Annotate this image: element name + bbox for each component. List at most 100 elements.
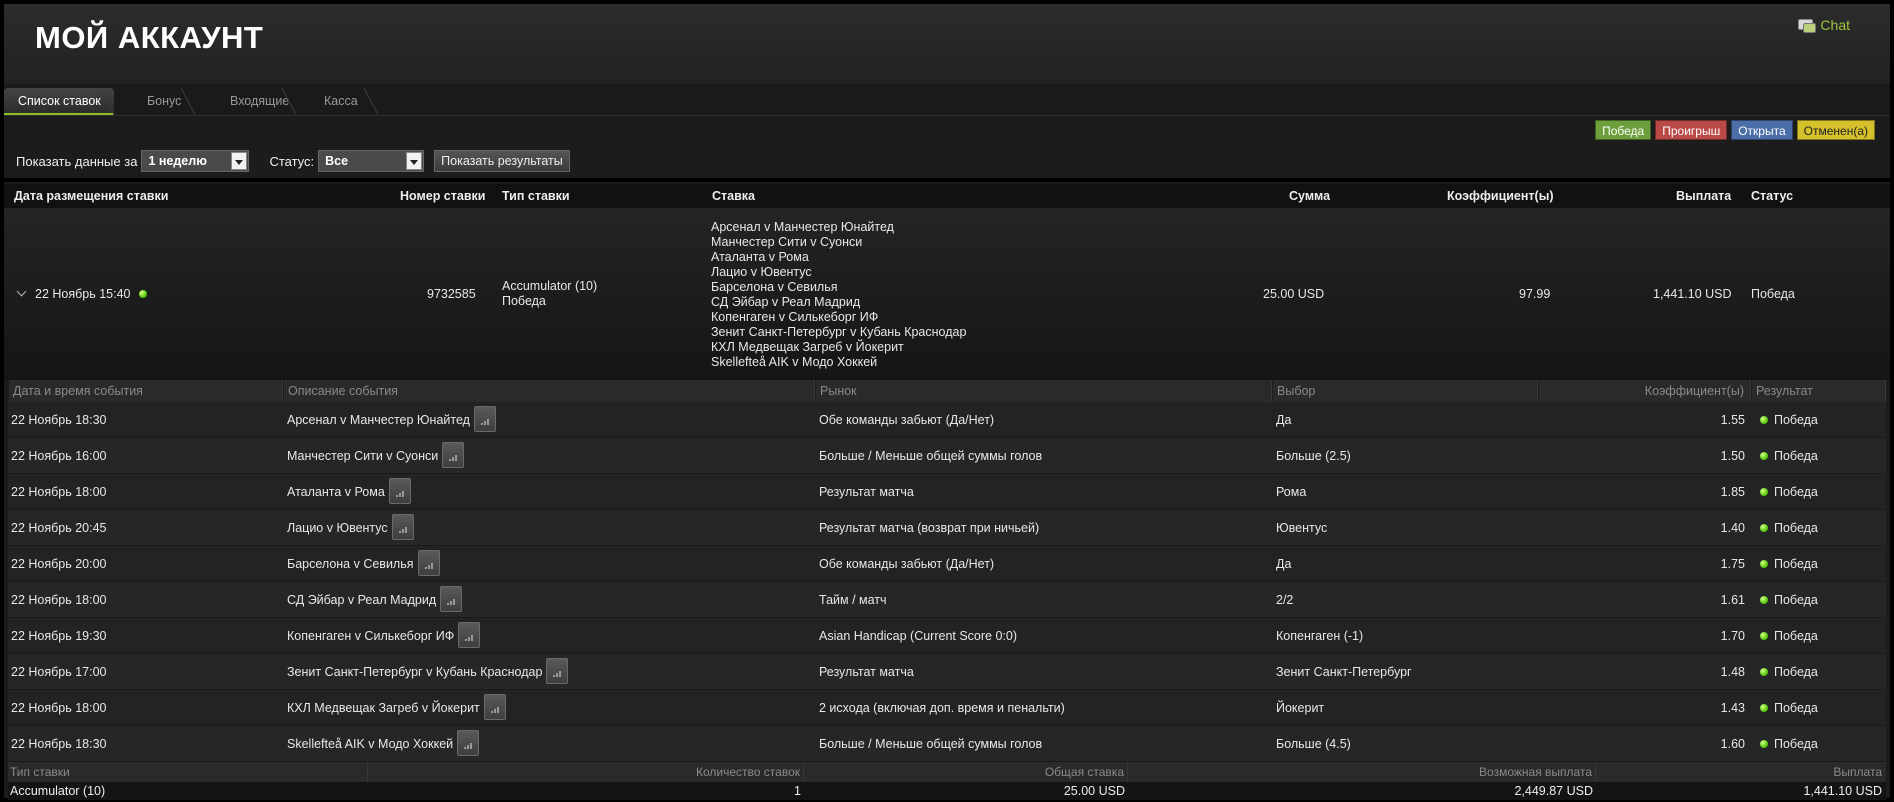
table-row: 22 Ноябрь 19:30 Копенгаген v Силькеборг И… — [8, 618, 1886, 654]
bet-event: СД Эйбар v Реал Мадрид — [711, 295, 861, 309]
leg-event-cell: Зенит Санкт-Петербург v Кубань Краснодар — [287, 654, 569, 690]
stats-icon[interactable] — [546, 657, 569, 684]
stats-icon[interactable] — [417, 549, 440, 576]
leg-result-cell: Победа — [1760, 582, 1818, 618]
leg-result-cell: Победа — [1760, 474, 1818, 510]
stats-icon[interactable] — [473, 405, 496, 432]
bet-type: Accumulator (10) — [502, 279, 598, 293]
leg-date: 22 Ноябрь 17:00 — [11, 665, 107, 679]
sum-total: 25.00 USD — [1063, 784, 1125, 798]
account-tabs: Список ставок Бонус Входящие Касса — [4, 85, 1890, 116]
leg-result-cell: Победа — [1760, 546, 1818, 582]
divider — [4, 178, 1890, 182]
leg-result-cell: Победа — [1760, 510, 1818, 546]
chat-link[interactable]: Chat — [1798, 17, 1850, 33]
col-type: Тип ставки — [502, 189, 570, 203]
leg-result: Победа — [1774, 665, 1818, 679]
bet-event: Манчестер Сити v Суонси — [711, 235, 863, 249]
legend-win: Победа — [1595, 120, 1652, 140]
stats-icon[interactable] — [457, 729, 480, 756]
legend-cancel: Отменен(а) — [1796, 120, 1875, 140]
leg-market: 2 исхода (включая доп. время и пенальти) — [819, 701, 1065, 715]
summary-row: Accumulator (10) 1 25.00 USD 2,449.87 US… — [8, 782, 1886, 800]
leg-event-cell: Копенгаген v Силькеборг ИФ — [287, 618, 481, 654]
leg-result-cell: Победа — [1760, 726, 1818, 762]
filters-bar: Показать данные за 1 неделю Статус: Все … — [16, 149, 570, 173]
bet-payout: 1,441.10 USD — [1653, 287, 1732, 301]
col-event-date: Дата и время события — [8, 380, 283, 402]
col-status: Статус — [1751, 189, 1794, 203]
tab-cashier[interactable]: Касса — [310, 88, 378, 115]
chevron-down-icon — [231, 152, 248, 170]
tab-bonus[interactable]: Бонус — [133, 88, 195, 115]
col-market: Рынок — [815, 380, 1272, 402]
table-row: 22 Ноябрь 18:00 КХЛ Медвещак Загреб v Йок… — [8, 690, 1886, 726]
bet-amount: 25.00 USD — [1263, 287, 1325, 301]
stats-icon[interactable] — [388, 477, 411, 504]
bet-event: КХЛ Медвещак Загреб v Йокерит — [711, 340, 904, 354]
leg-market: Результат матча (возврат при ничьей) — [819, 521, 1040, 535]
bet-row[interactable]: 22 Ноябрь 15:40 9732585 Accumulator (10)… — [4, 208, 1890, 380]
leg-event: Барселона v Севилья — [287, 557, 414, 571]
bet-event: Арсенал v Манчестер Юнайтед — [711, 220, 894, 234]
leg-event-cell: Барселона v Севилья — [287, 546, 440, 582]
leg-pick: Да — [1276, 557, 1292, 571]
bet-event: Лацио v Ювентус — [711, 265, 812, 279]
col-sum-payout: Выплата — [1833, 765, 1882, 779]
leg-odds: 1.48 — [1720, 665, 1745, 679]
col-sum-possible: Возможная выплата — [1128, 762, 1596, 782]
leg-odds: 1.43 — [1720, 701, 1745, 715]
leg-odds: 1.75 — [1720, 557, 1745, 571]
bet-type-result: Победа — [502, 294, 546, 308]
leg-event: КХЛ Медвещак Загреб v Йокерит — [287, 701, 480, 715]
leg-event: Манчестер Сити v Суонси — [287, 449, 439, 463]
leg-result-cell: Победа — [1760, 438, 1818, 474]
win-dot-icon — [1760, 668, 1768, 676]
leg-market: Больше / Меньше общей суммы голов — [819, 449, 1043, 463]
status-dot-icon — [138, 290, 147, 298]
leg-pick: Больше (4.5) — [1276, 737, 1351, 751]
period-select[interactable]: 1 неделю — [141, 150, 250, 172]
leg-event-cell: Лацио v Ювентус — [287, 510, 414, 546]
table-row: 22 Ноябрь 18:00 СД Эйбар v Реал Мадрид Тай… — [8, 582, 1886, 618]
stats-icon[interactable] — [458, 621, 481, 648]
leg-event-cell: СД Эйбар v Реал Мадрид — [287, 582, 463, 618]
col-sum-count: Количество ставок — [368, 762, 804, 782]
stats-icon[interactable] — [440, 585, 463, 612]
col-odds: Коэффициент(ы) — [1447, 189, 1554, 203]
page-title: МОЙ АККАУНТ — [35, 20, 264, 55]
stats-icon[interactable] — [442, 441, 465, 468]
leg-result: Победа — [1774, 629, 1818, 643]
win-dot-icon — [1760, 596, 1768, 604]
leg-odds: 1.85 — [1720, 485, 1745, 499]
leg-date: 22 Ноябрь 20:45 — [11, 521, 107, 535]
leg-event: Копенгаген v Силькеборг ИФ — [287, 629, 455, 643]
win-dot-icon — [1760, 560, 1768, 568]
bet-event: Копенгаген v Силькеборг ИФ — [711, 310, 879, 324]
summary-table: Тип ставки Количество ставок Общая ставк… — [8, 762, 1886, 800]
leg-market: Больше / Меньше общей суммы голов — [819, 737, 1043, 751]
status-select[interactable]: Все — [318, 150, 425, 172]
leg-result: Победа — [1774, 521, 1818, 535]
leg-market: Результат матча — [819, 485, 914, 499]
stats-icon[interactable] — [391, 513, 414, 540]
col-sum-type: Тип ставки — [8, 762, 368, 782]
chat-label: Chat — [1820, 17, 1850, 33]
leg-event: Зенит Санкт-Петербург v Кубань Краснодар — [287, 665, 543, 679]
tab-bet-list[interactable]: Список ставок — [4, 88, 114, 115]
col-number: Номер ставки — [400, 189, 486, 203]
table-row: 22 Ноябрь 18:30 Арсенал v Манчестер Юнайт… — [8, 402, 1886, 438]
table-row: 22 Ноябрь 16:00 Манчестер Сити v Суонси Бо… — [8, 438, 1886, 474]
table-row: 22 Ноябрь 18:00 Аталанта v Рома Результат … — [8, 474, 1886, 510]
chevron-down-icon[interactable] — [17, 288, 27, 298]
stats-icon[interactable] — [483, 693, 506, 720]
leg-pick: Больше (2.5) — [1276, 449, 1351, 463]
bet-odds: 97.99 — [1519, 287, 1551, 301]
win-dot-icon — [1760, 704, 1768, 712]
leg-event: Лацио v Ювентус — [287, 521, 388, 535]
tab-inbox[interactable]: Входящие — [216, 88, 296, 115]
win-dot-icon — [1760, 416, 1768, 424]
show-results-button[interactable]: Показать результаты — [434, 150, 570, 172]
leg-event: Skellefteå AIK v Модо Хоккей — [287, 737, 454, 751]
table-row: 22 Ноябрь 20:45 Лацио v Ювентус Результат … — [8, 510, 1886, 546]
